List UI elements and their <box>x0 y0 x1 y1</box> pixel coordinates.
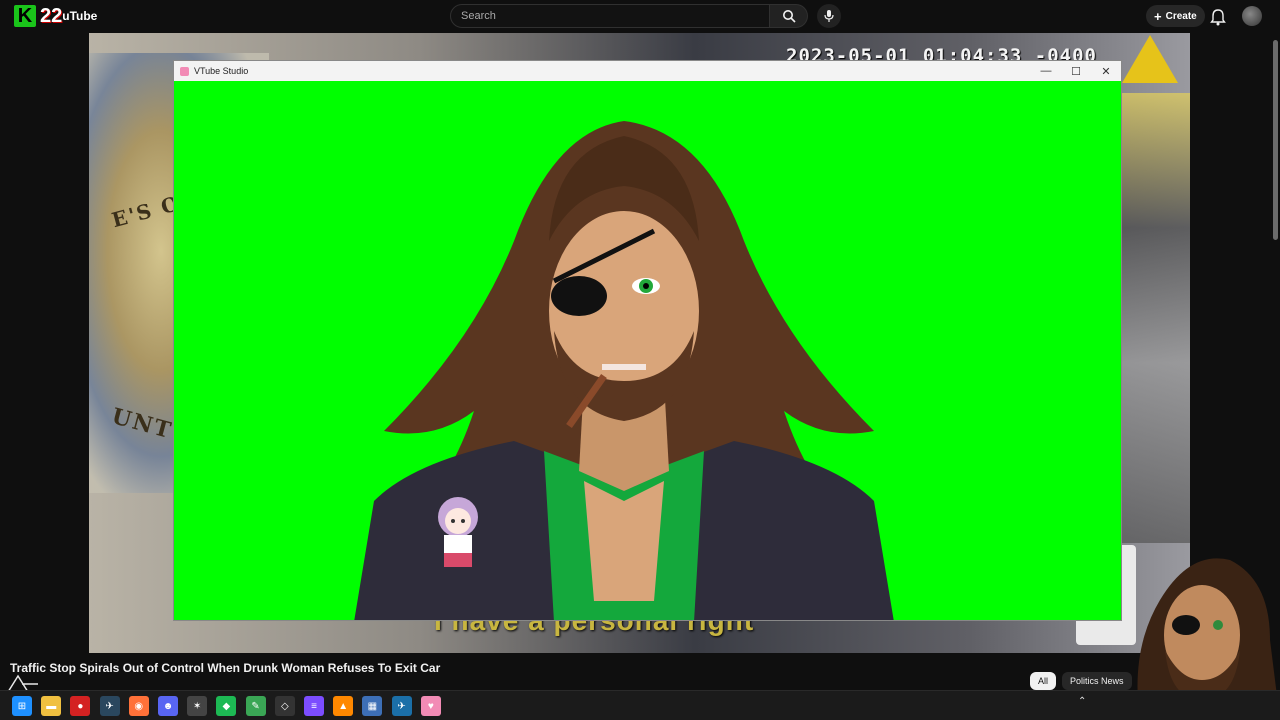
taskbar-vtube-studio-button[interactable]: ♥ <box>420 696 441 716</box>
windows-taskbar: ⊞ ▬ ● ✈ ◉ ☻ ✶ ◆ ✎ ◇ ≡ ▲ ▦ ✈ ♥ <box>0 690 1280 720</box>
vtuber-avatar <box>354 121 894 620</box>
vlc-icon: ▲ <box>338 700 349 712</box>
discord-icon: ☻ <box>162 700 174 712</box>
taskbar-discord-button[interactable]: ☻ <box>158 696 178 716</box>
chip-politics-news[interactable]: Politics News <box>1062 672 1132 690</box>
taskbar-steam-2-button[interactable]: ✈ <box>391 696 412 716</box>
notepad-icon: ✎ <box>251 700 260 712</box>
video-title[interactable]: Traffic Stop Spirals Out of Control When… <box>10 661 440 675</box>
create-label: Create <box>1165 10 1197 22</box>
editor-icon: ≡ <box>311 700 317 712</box>
notifications-button[interactable] <box>1208 7 1228 27</box>
steam-2-icon: ✈ <box>397 700 406 712</box>
plus-icon: + <box>1154 8 1162 24</box>
number-logo-badge: 22 <box>40 4 63 27</box>
music-app-icon: ◆ <box>222 700 231 712</box>
microphone-icon <box>824 10 834 22</box>
account-avatar[interactable] <box>1242 6 1262 26</box>
taskbar-notepad-button[interactable]: ✎ <box>245 696 266 716</box>
vtube-studio-window[interactable]: VTube Studio — ☐ ✕ <box>173 60 1122 621</box>
taskbar-steam-button[interactable]: ✈ <box>99 696 120 716</box>
game-app-icon: ✶ <box>192 700 202 712</box>
youtube-logo[interactable]: K 22 uTube <box>14 3 97 29</box>
app-diamond-icon: ◇ <box>280 700 289 712</box>
minimize-button[interactable]: — <box>1031 61 1061 81</box>
taskbar-editor-button[interactable]: ≡ <box>304 696 324 716</box>
voice-search-button[interactable] <box>817 4 841 28</box>
maximize-icon: ☐ <box>1071 65 1081 78</box>
taskbar-firefox-button[interactable]: ◉ <box>128 696 149 716</box>
close-icon: ✕ <box>1101 65 1111 78</box>
search-input[interactable]: Search <box>450 4 770 28</box>
taskbar-file-explorer-button[interactable]: ▬ <box>41 696 62 716</box>
filter-chips: All Politics News <box>1030 672 1132 690</box>
taskbar-music-app-button[interactable]: ◆ <box>216 696 237 716</box>
k-logo-badge: K <box>14 5 36 27</box>
video-right-panel <box>1122 93 1190 543</box>
taskbar-recorder-button[interactable]: ● <box>70 696 91 716</box>
logo-text: uTube <box>62 9 98 23</box>
yellow-logo-icon <box>1122 35 1178 83</box>
chip-all[interactable]: All <box>1030 672 1057 690</box>
file-explorer-icon: ▬ <box>46 700 57 712</box>
window-title: VTube Studio <box>194 66 249 76</box>
taskbar-calculator-button[interactable]: ▦ <box>362 696 383 716</box>
window-titlebar[interactable]: VTube Studio — ☐ ✕ <box>174 61 1121 81</box>
search-icon <box>782 10 796 23</box>
minimize-icon: — <box>1040 65 1052 77</box>
mini-character-sticker <box>438 497 478 567</box>
taskbar-game-app-button[interactable]: ✶ <box>187 696 208 716</box>
taskbar-app-diamond-button[interactable]: ◇ <box>274 696 295 716</box>
search-button[interactable] <box>770 4 808 28</box>
taskbar-start-button[interactable]: ⊞ <box>12 696 32 716</box>
start-icon: ⊞ <box>17 700 27 712</box>
bell-icon <box>1210 9 1226 26</box>
maximize-button[interactable]: ☐ <box>1061 61 1091 81</box>
system-tray-caret-icon[interactable]: ⌃ <box>1078 696 1086 707</box>
create-button[interactable]: + Create <box>1146 5 1205 27</box>
calculator-icon: ▦ <box>367 700 378 712</box>
recorder-icon: ● <box>77 700 84 712</box>
taskbar-vlc-button[interactable]: ▲ <box>333 696 354 716</box>
vtube-studio-icon: ♥ <box>427 700 434 712</box>
youtube-header: K 22 uTube Search + Create <box>0 0 1280 33</box>
vtube-studio-icon <box>180 66 189 76</box>
desktop-screen: K 22 uTube Search + Create E'S UNTY 2023… <box>0 0 1280 720</box>
firefox-icon: ◉ <box>134 700 144 712</box>
page-scrollbar-thumb[interactable] <box>1273 40 1278 240</box>
steam-icon: ✈ <box>105 700 114 712</box>
close-button[interactable]: ✕ <box>1091 61 1121 81</box>
